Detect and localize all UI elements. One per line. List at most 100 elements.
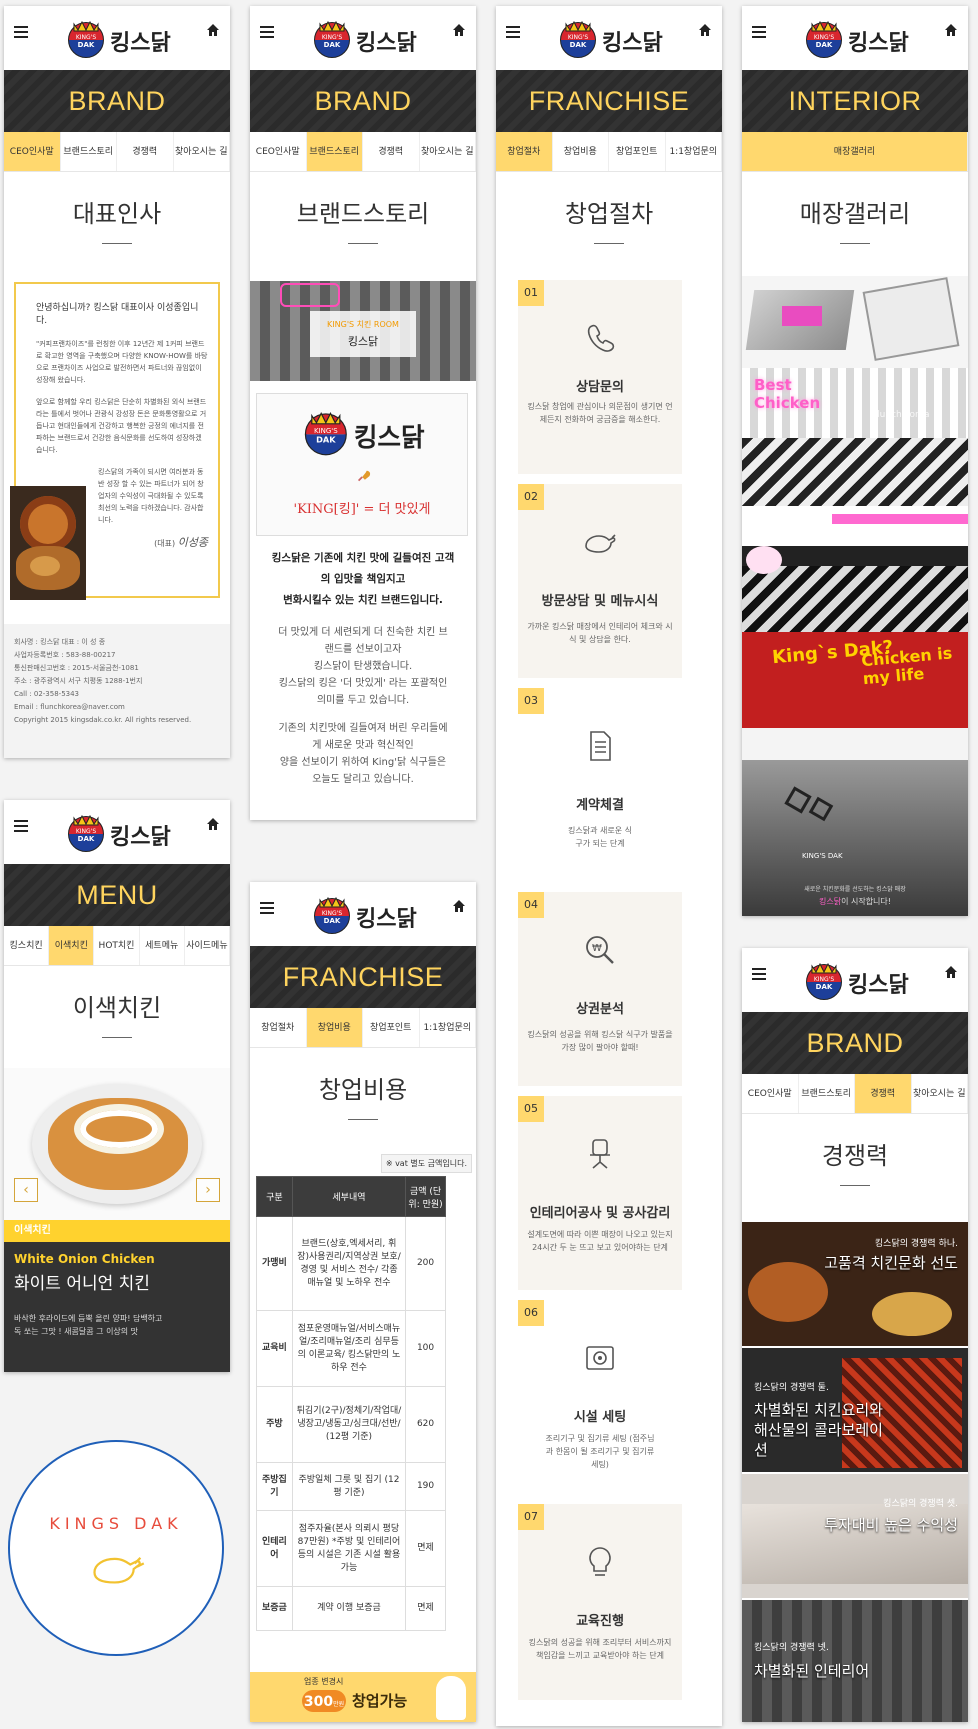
kings-dak-badge: KINGS DAK bbox=[8, 1440, 224, 1656]
logo[interactable]: KING'S DAK 킹스닭 bbox=[800, 14, 910, 62]
greeting-paragraph: "커피프랜차이즈"를 런칭한 이후 12년간 제 1커피 브랜드로 확고한 영역… bbox=[36, 340, 208, 384]
tab-competitiveness[interactable]: 경쟁력 bbox=[855, 1074, 912, 1113]
tab-brand-story[interactable]: 브랜드스토리 bbox=[799, 1074, 855, 1113]
row-category: 교육비 bbox=[256, 1310, 293, 1387]
screen-competitiveness: KING'S DAK 킹스닭 BRAND CEO인사말 브랜드스토리 경쟁력 찾… bbox=[742, 948, 968, 1722]
title-divider bbox=[348, 1119, 378, 1120]
description-line: 독 쏘는 그맛 ! 새콤달콤 그 이상의 맛 bbox=[14, 1327, 139, 1336]
brand-logo: KING'S DAK 킹스닭 bbox=[304, 412, 425, 456]
row-category: 주방 bbox=[256, 1386, 293, 1463]
tab-location[interactable]: 찾아오시는 길 bbox=[420, 132, 476, 171]
menu-icon[interactable] bbox=[752, 968, 766, 980]
menu-icon[interactable] bbox=[260, 902, 274, 914]
row-amount: 면제 bbox=[405, 1510, 446, 1587]
signature-name: 이성종 bbox=[177, 536, 208, 549]
king-slogan: 'KING[킹]' = 더 맛있게 bbox=[293, 502, 431, 517]
greeting-paragraph: 킹스닭의 가족이 되시면 여러분과 동반 성장 할 수 있는 파트너가 되어 창… bbox=[98, 468, 204, 524]
svg-text:KING'S: KING'S bbox=[322, 910, 342, 917]
store-photo: KING'S 치킨 ROOM 킹스닭 bbox=[250, 281, 476, 381]
step-description: 킹스닭 창업에 관심이나 의문점이 생기면 언제든지 전화하여 궁금증을 해소한… bbox=[527, 402, 673, 424]
logo[interactable]: KING'S DAK 킹스닭 bbox=[62, 808, 172, 856]
logo[interactable]: KING'S DAK 킹스닭 bbox=[308, 14, 418, 62]
tab-points[interactable]: 창업포인트 bbox=[363, 1008, 420, 1047]
chicken-icon bbox=[93, 1557, 145, 1584]
paragraph-line: 의미를 두고 있습니다. bbox=[316, 695, 410, 706]
menu-icon[interactable] bbox=[14, 26, 28, 38]
tab-points[interactable]: 창업포인트 bbox=[609, 132, 666, 171]
tab-location[interactable]: 찾아오시는 길 bbox=[912, 1074, 968, 1113]
home-icon[interactable] bbox=[944, 965, 958, 979]
banner-number: 300 bbox=[303, 1694, 334, 1710]
home-icon[interactable] bbox=[944, 23, 958, 37]
tab-brand-story[interactable]: 브랜드스토리 bbox=[61, 132, 117, 171]
step-description: 조리기구 및 집기류 세팅 (점주님과 한몸이 될 조리기구 및 집기류 세팅) bbox=[545, 1434, 655, 1469]
logo[interactable]: KING'S DAK 킹스닭 bbox=[308, 890, 418, 938]
tab-special-chicken[interactable]: 이색치킨 bbox=[49, 926, 95, 965]
menu-icon[interactable] bbox=[260, 26, 274, 38]
tab-procedure[interactable]: 창업절차 bbox=[496, 132, 553, 171]
page-hero: MENU bbox=[4, 864, 230, 926]
tab-location[interactable]: 찾아오시는 길 bbox=[174, 132, 230, 171]
home-icon[interactable] bbox=[698, 23, 712, 37]
logo[interactable]: KING'S DAK 킹스닭 bbox=[554, 14, 664, 62]
tab-set-menu[interactable]: 세트메뉴 bbox=[140, 926, 185, 965]
menu-icon[interactable] bbox=[752, 26, 766, 38]
home-icon[interactable] bbox=[452, 899, 466, 913]
tab-ceo[interactable]: CEO인사말 bbox=[250, 132, 307, 171]
step-number: 07 bbox=[518, 1504, 544, 1530]
row-detail: 브랜드(상호,엑세서리, 휘장)사용권리/지역상권 보호/경영 및 서비스 전수… bbox=[291, 1216, 407, 1311]
tab-ceo[interactable]: CEO인사말 bbox=[742, 1074, 799, 1113]
promo-banner[interactable]: 업종 변경시 300만원 창업가능 bbox=[250, 1672, 476, 1722]
tab-competitiveness[interactable]: 경쟁력 bbox=[363, 132, 420, 171]
menu-icon[interactable] bbox=[14, 820, 28, 832]
home-icon[interactable] bbox=[206, 817, 220, 831]
neon-sign: Best Chicken bbox=[754, 376, 821, 412]
step-number: 06 bbox=[518, 1300, 544, 1326]
menu-name-en: White Onion Chicken bbox=[14, 1252, 155, 1266]
step-title: 상담문의 bbox=[576, 380, 624, 395]
item-title: 투자대비 높은 수익성 bbox=[824, 1516, 958, 1534]
tab-kings-chicken[interactable]: 킹스치킨 bbox=[4, 926, 50, 965]
tab-inquiry[interactable]: 1:1창업문의 bbox=[420, 1008, 476, 1047]
tab-side-menu[interactable]: 사이드메뉴 bbox=[185, 926, 230, 965]
tab-cost[interactable]: 창업비용 bbox=[306, 1008, 363, 1047]
banner-badge: 300만원 bbox=[302, 1690, 346, 1712]
top-bar: KING'S DAK 킹스닭 bbox=[742, 948, 968, 1012]
paragraph-line: 게 새로운 맛과 혁신적인 bbox=[312, 740, 414, 751]
home-icon[interactable] bbox=[206, 23, 220, 37]
step-description: 가까운 킹스닭 매장에서 인테리어 체크와 시식 및 상담을 한다. bbox=[527, 622, 673, 644]
table-row: 교육비 점포운영매뉴얼/서비스매뉴얼/조리매뉴얼/조리 심무등의 이론교육/ 킹스… bbox=[256, 1310, 446, 1387]
tab-cost[interactable]: 창업비용 bbox=[553, 132, 609, 171]
slider-next-button[interactable]: › bbox=[196, 1178, 220, 1202]
tab-inquiry[interactable]: 1:1창업문의 bbox=[666, 132, 722, 171]
tab-brand-story[interactable]: 브랜드스토리 bbox=[306, 132, 363, 171]
tab-competitiveness[interactable]: 경쟁력 bbox=[117, 132, 174, 171]
title-divider bbox=[102, 243, 132, 244]
caption-text: 이 시작합니다! bbox=[841, 897, 891, 906]
table-row: 가맹비 브랜드(상호,엑세서리, 휘장)사용권리/지역상권 보호/경영 및 서비스… bbox=[256, 1216, 446, 1311]
tab-hot-chicken[interactable]: HOT치킨 bbox=[94, 926, 140, 965]
screen-startup-procedure: KING'S DAK 킹스닭 FRANCHISE 창업절차 창업비용 창업포인트… bbox=[496, 6, 722, 1726]
slider-prev-button[interactable]: ‹ bbox=[14, 1178, 38, 1202]
page-hero: BRAND bbox=[4, 70, 230, 132]
tab-procedure[interactable]: 창업절차 bbox=[250, 1008, 307, 1047]
svg-text:KING'S: KING'S bbox=[568, 34, 588, 41]
logo[interactable]: KING'S DAK 킹스닭 bbox=[62, 14, 172, 62]
svg-text:DAK: DAK bbox=[324, 917, 341, 925]
page-title: 브랜드스토리 bbox=[296, 200, 430, 228]
svg-text:DAK: DAK bbox=[78, 835, 95, 843]
top-bar: KING'S DAK 킹스닭 bbox=[4, 6, 230, 70]
logo[interactable]: KING'S DAK 킹스닭 bbox=[800, 956, 910, 1004]
competitive-item: 킹스닭의 경쟁력 둘. 차별화된 치킨요리와 해산물의 콜라보레이션 bbox=[742, 1348, 968, 1472]
svg-text:DAK: DAK bbox=[816, 41, 833, 49]
svg-text:DAK: DAK bbox=[570, 41, 587, 49]
step-title: 교육진행 bbox=[576, 1614, 624, 1629]
step-number: 03 bbox=[518, 688, 544, 714]
row-detail: 주방일체 그릇 및 집기 (12평 기준) bbox=[291, 1462, 407, 1511]
tab-gallery[interactable]: 매장갤러리 bbox=[742, 132, 968, 171]
page-title: 매장갤러리 bbox=[799, 200, 911, 228]
menu-category-label: 이색치킨 bbox=[4, 1220, 230, 1242]
tab-ceo[interactable]: CEO인사말 bbox=[4, 132, 61, 171]
home-icon[interactable] bbox=[452, 23, 466, 37]
menu-icon[interactable] bbox=[506, 26, 520, 38]
